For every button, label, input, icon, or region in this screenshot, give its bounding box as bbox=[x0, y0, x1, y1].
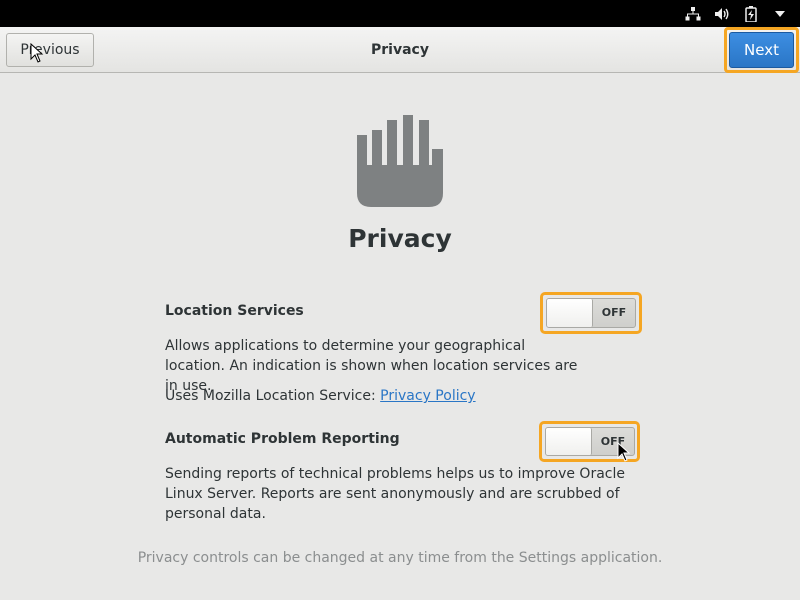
switch-knob bbox=[547, 299, 593, 327]
privacy-footer-note: Privacy controls can be changed at any t… bbox=[137, 550, 663, 566]
location-service-prefix: Uses Mozilla Location Service: bbox=[165, 388, 381, 404]
network-icon[interactable] bbox=[685, 6, 701, 22]
hand-stop-icon bbox=[357, 115, 443, 207]
battery-icon[interactable] bbox=[743, 5, 759, 22]
menu-arrow-icon[interactable] bbox=[772, 6, 788, 22]
mouse-pointer-icon bbox=[617, 442, 631, 462]
system-top-bar bbox=[0, 0, 800, 27]
switch-state-label: OFF bbox=[601, 306, 627, 319]
previous-button[interactable]: Previous bbox=[6, 33, 94, 67]
switch-knob bbox=[546, 428, 592, 455]
problem-reporting-description: Sending reports of technical problems he… bbox=[165, 466, 625, 522]
location-services-switch[interactable]: OFF bbox=[546, 298, 636, 328]
location-switch-focus-ring: OFF bbox=[540, 292, 642, 334]
next-button[interactable]: Next bbox=[729, 32, 794, 68]
location-services-label: Location Services bbox=[165, 303, 304, 319]
header-bar: Previous Privacy Next bbox=[0, 27, 800, 73]
mouse-pointer-icon bbox=[30, 43, 44, 63]
location-service-info: Uses Mozilla Location Service: Privacy P… bbox=[165, 386, 645, 406]
problem-reporting-label: Automatic Problem Reporting bbox=[165, 431, 400, 447]
next-button-focus-ring: Next bbox=[724, 27, 799, 73]
volume-icon[interactable] bbox=[714, 6, 730, 22]
system-tray bbox=[685, 0, 788, 27]
header-title: Privacy bbox=[371, 42, 429, 58]
privacy-policy-link[interactable]: Privacy Policy bbox=[380, 388, 475, 404]
page-title: Privacy bbox=[348, 224, 452, 253]
